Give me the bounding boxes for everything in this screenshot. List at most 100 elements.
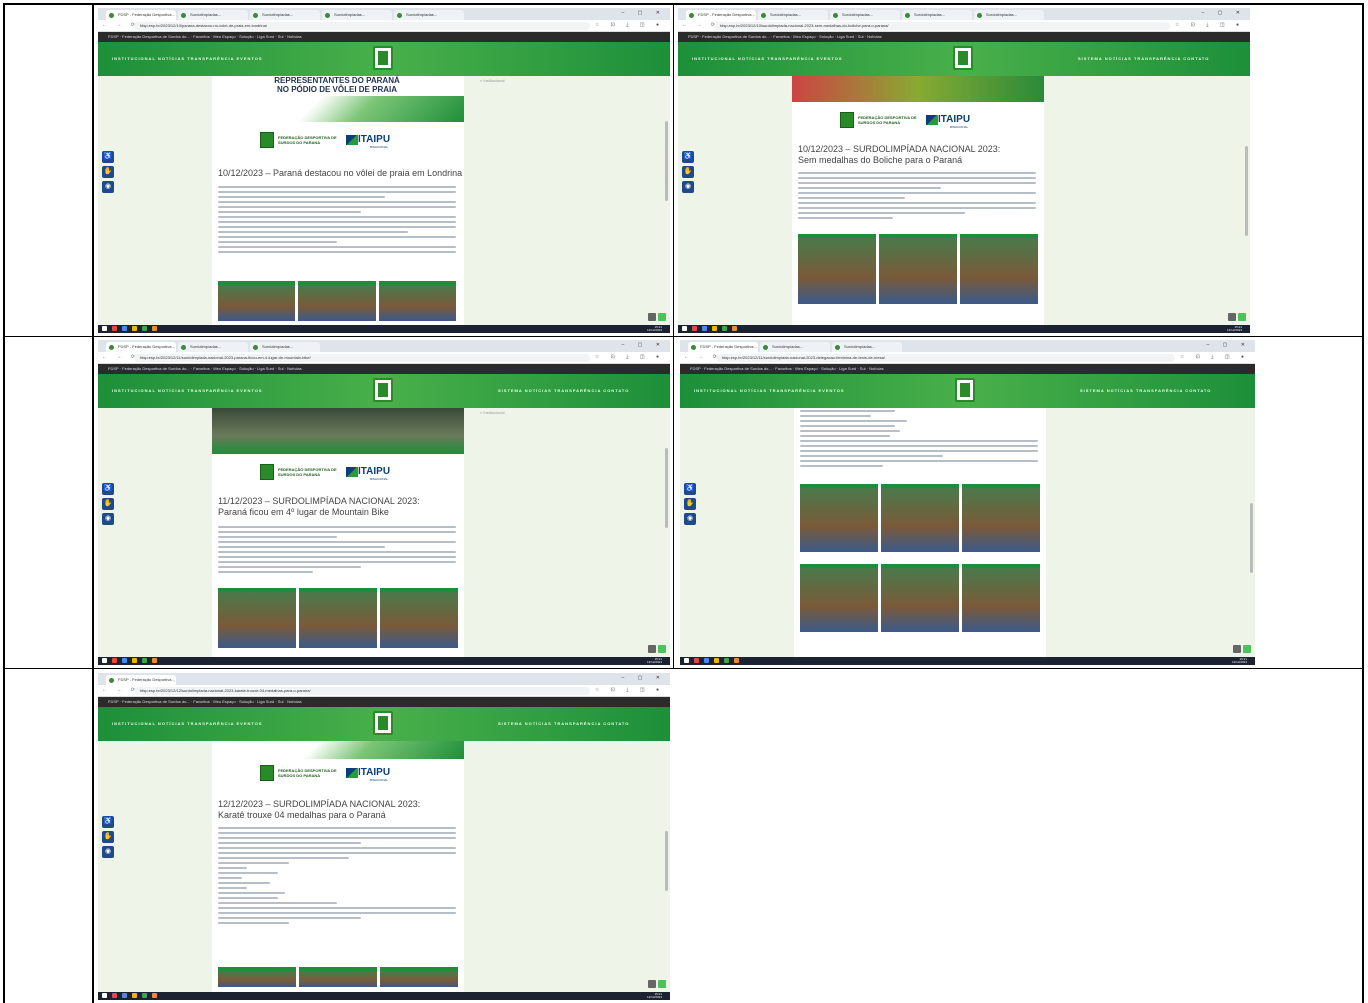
- site-menu-left[interactable]: INSTITUCIONAL NOTÍCIAS TRANSPARÊNCIA EVE…: [694, 388, 845, 393]
- site-menu-left[interactable]: INSTITUCIONAL NOTÍCIAS TRANSPARÊNCIA EVE…: [692, 56, 843, 61]
- start-icon[interactable]: [102, 326, 107, 331]
- gallery-photo[interactable]: [380, 967, 458, 987]
- sign-language-icon[interactable]: ✋: [102, 166, 114, 178]
- search-icon[interactable]: [112, 326, 117, 331]
- fdsp-logo-icon[interactable]: [373, 46, 393, 70]
- browser-tab[interactable]: FDSP - Federação Desportiva...: [106, 10, 176, 20]
- scrollbar[interactable]: [665, 448, 668, 528]
- gallery-photo[interactable]: [298, 281, 376, 321]
- explorer-icon[interactable]: [122, 658, 127, 663]
- browser-tab[interactable]: FDSP - Federação Desportiva...: [106, 342, 176, 352]
- whatsapp-button[interactable]: [658, 313, 666, 321]
- chrome-icon[interactable]: [712, 326, 717, 331]
- browser-tab[interactable]: Surdolimpíadas...: [830, 10, 900, 20]
- sidebar-link[interactable]: « Institucional: [480, 78, 504, 83]
- browser-tab[interactable]: FDSP - Federação Desportiva...: [106, 675, 176, 685]
- chrome-icon[interactable]: [132, 326, 137, 331]
- eye-icon[interactable]: ◉: [102, 181, 114, 193]
- browser-tab[interactable]: Surdolimpíadas...: [322, 10, 392, 20]
- gallery-photo[interactable]: [798, 234, 876, 304]
- browser-tab[interactable]: Surdolimpíadas...: [832, 342, 902, 352]
- fdsp-logo-icon[interactable]: [953, 46, 973, 70]
- browser-tab[interactable]: FDSP - Federação Desportiva...: [688, 342, 758, 352]
- browser-toolbar-icons[interactable]: ☆ ⊡ ⤓ ◫ ●: [595, 354, 664, 360]
- app-icon[interactable]: [152, 993, 157, 998]
- url-input[interactable]: fdsp.esp.br/2023/12/10/surdolimpiada-nac…: [714, 22, 1170, 30]
- window-controls[interactable]: – ▢ ✕: [1202, 10, 1246, 16]
- browser-tab[interactable]: Surdolimpíadas...: [758, 10, 828, 20]
- fdsp-logo-icon[interactable]: [955, 378, 975, 402]
- chrome-icon[interactable]: [714, 658, 719, 663]
- back-to-top-button[interactable]: [648, 313, 656, 321]
- gallery-photo[interactable]: [218, 588, 296, 648]
- explorer-icon[interactable]: [704, 658, 709, 663]
- gallery-photo[interactable]: [378, 281, 456, 321]
- back-to-top-button[interactable]: [648, 980, 656, 988]
- gallery-photo[interactable]: [299, 967, 377, 987]
- window-controls[interactable]: – ▢ ✕: [622, 675, 666, 681]
- eye-icon[interactable]: ◉: [102, 846, 114, 858]
- whatsapp-button[interactable]: [658, 980, 666, 988]
- sign-language-icon[interactable]: ✋: [102, 498, 114, 510]
- back-to-top-button[interactable]: [1233, 645, 1241, 653]
- app-icon[interactable]: [152, 658, 157, 663]
- site-menu-left[interactable]: INSTITUCIONAL NOTÍCIAS TRANSPARÊNCIA EVE…: [112, 721, 263, 726]
- app-icon[interactable]: [732, 326, 737, 331]
- fdsp-logo-icon[interactable]: [373, 378, 393, 402]
- accessibility-icon[interactable]: ♿: [682, 151, 694, 163]
- gallery-photo[interactable]: [881, 484, 959, 552]
- explorer-icon[interactable]: [122, 993, 127, 998]
- gallery-photo[interactable]: [881, 564, 959, 632]
- gallery-photo[interactable]: [299, 588, 377, 648]
- gallery-photo[interactable]: [218, 281, 296, 321]
- start-icon[interactable]: [682, 326, 687, 331]
- sign-language-icon[interactable]: ✋: [102, 831, 114, 843]
- back-to-top-button[interactable]: [648, 645, 656, 653]
- browser-tab[interactable]: FDSP - Federação Desportiva...: [686, 10, 756, 20]
- scrollbar[interactable]: [1245, 146, 1248, 236]
- search-icon[interactable]: [112, 658, 117, 663]
- app-icon[interactable]: [142, 326, 147, 331]
- app-icon[interactable]: [142, 993, 147, 998]
- gallery-photo[interactable]: [800, 484, 878, 552]
- site-menu-right[interactable]: SISTEMA NOTÍCIAS TRANSPARÊNCIA CONTATO: [1078, 56, 1209, 61]
- accessibility-icon[interactable]: ♿: [102, 483, 114, 495]
- window-controls[interactable]: – ▢ ✕: [1207, 342, 1251, 348]
- chrome-icon[interactable]: [132, 993, 137, 998]
- gallery-photo[interactable]: [380, 588, 458, 648]
- bookmarks-bar[interactable]: FDSP · Federação Desportiva de Surdos do…: [98, 364, 670, 374]
- sign-language-icon[interactable]: ✋: [684, 498, 696, 510]
- bookmarks-bar[interactable]: FDSP · Federação Desportiva de Surdos do…: [98, 697, 670, 707]
- accessibility-icon[interactable]: ♿: [102, 151, 114, 163]
- whatsapp-button[interactable]: [658, 645, 666, 653]
- back-to-top-button[interactable]: [1228, 313, 1236, 321]
- start-icon[interactable]: [102, 993, 107, 998]
- app-icon[interactable]: [152, 326, 157, 331]
- browser-tab[interactable]: Surdolimpíadas...: [902, 10, 972, 20]
- window-controls[interactable]: – ▢ ✕: [622, 10, 666, 16]
- gallery-photo[interactable]: [879, 234, 957, 304]
- gallery-photo[interactable]: [218, 967, 296, 987]
- eye-icon[interactable]: ◉: [682, 181, 694, 193]
- accessibility-icon[interactable]: ♿: [684, 483, 696, 495]
- start-icon[interactable]: [102, 658, 107, 663]
- browser-toolbar-icons[interactable]: ☆ ⊡ ⤓ ◫ ●: [595, 687, 664, 693]
- scrollbar[interactable]: [665, 121, 668, 201]
- app-icon[interactable]: [142, 658, 147, 663]
- search-icon[interactable]: [692, 326, 697, 331]
- url-input[interactable]: fdsp.esp.br/2023/12/11/surdolimpiada-nac…: [716, 354, 1175, 362]
- browser-tab[interactable]: Surdolimpíadas...: [178, 342, 248, 352]
- search-icon[interactable]: [112, 993, 117, 998]
- whatsapp-button[interactable]: [1243, 645, 1251, 653]
- gallery-photo[interactable]: [962, 564, 1040, 632]
- sign-language-icon[interactable]: ✋: [682, 166, 694, 178]
- whatsapp-button[interactable]: [1238, 313, 1246, 321]
- search-icon[interactable]: [694, 658, 699, 663]
- bookmarks-bar[interactable]: FDSP · Federação Desportiva de Surdos do…: [98, 32, 670, 42]
- bookmarks-bar[interactable]: FDSP · Federação Desportiva de Surdos do…: [680, 364, 1255, 374]
- app-icon[interactable]: [734, 658, 739, 663]
- accessibility-icon[interactable]: ♿: [102, 816, 114, 828]
- window-controls[interactable]: – ▢ ✕: [622, 342, 666, 348]
- browser-tab[interactable]: Surdolimpíadas...: [760, 342, 830, 352]
- browser-tab[interactable]: Surdolimpíadas...: [178, 10, 248, 20]
